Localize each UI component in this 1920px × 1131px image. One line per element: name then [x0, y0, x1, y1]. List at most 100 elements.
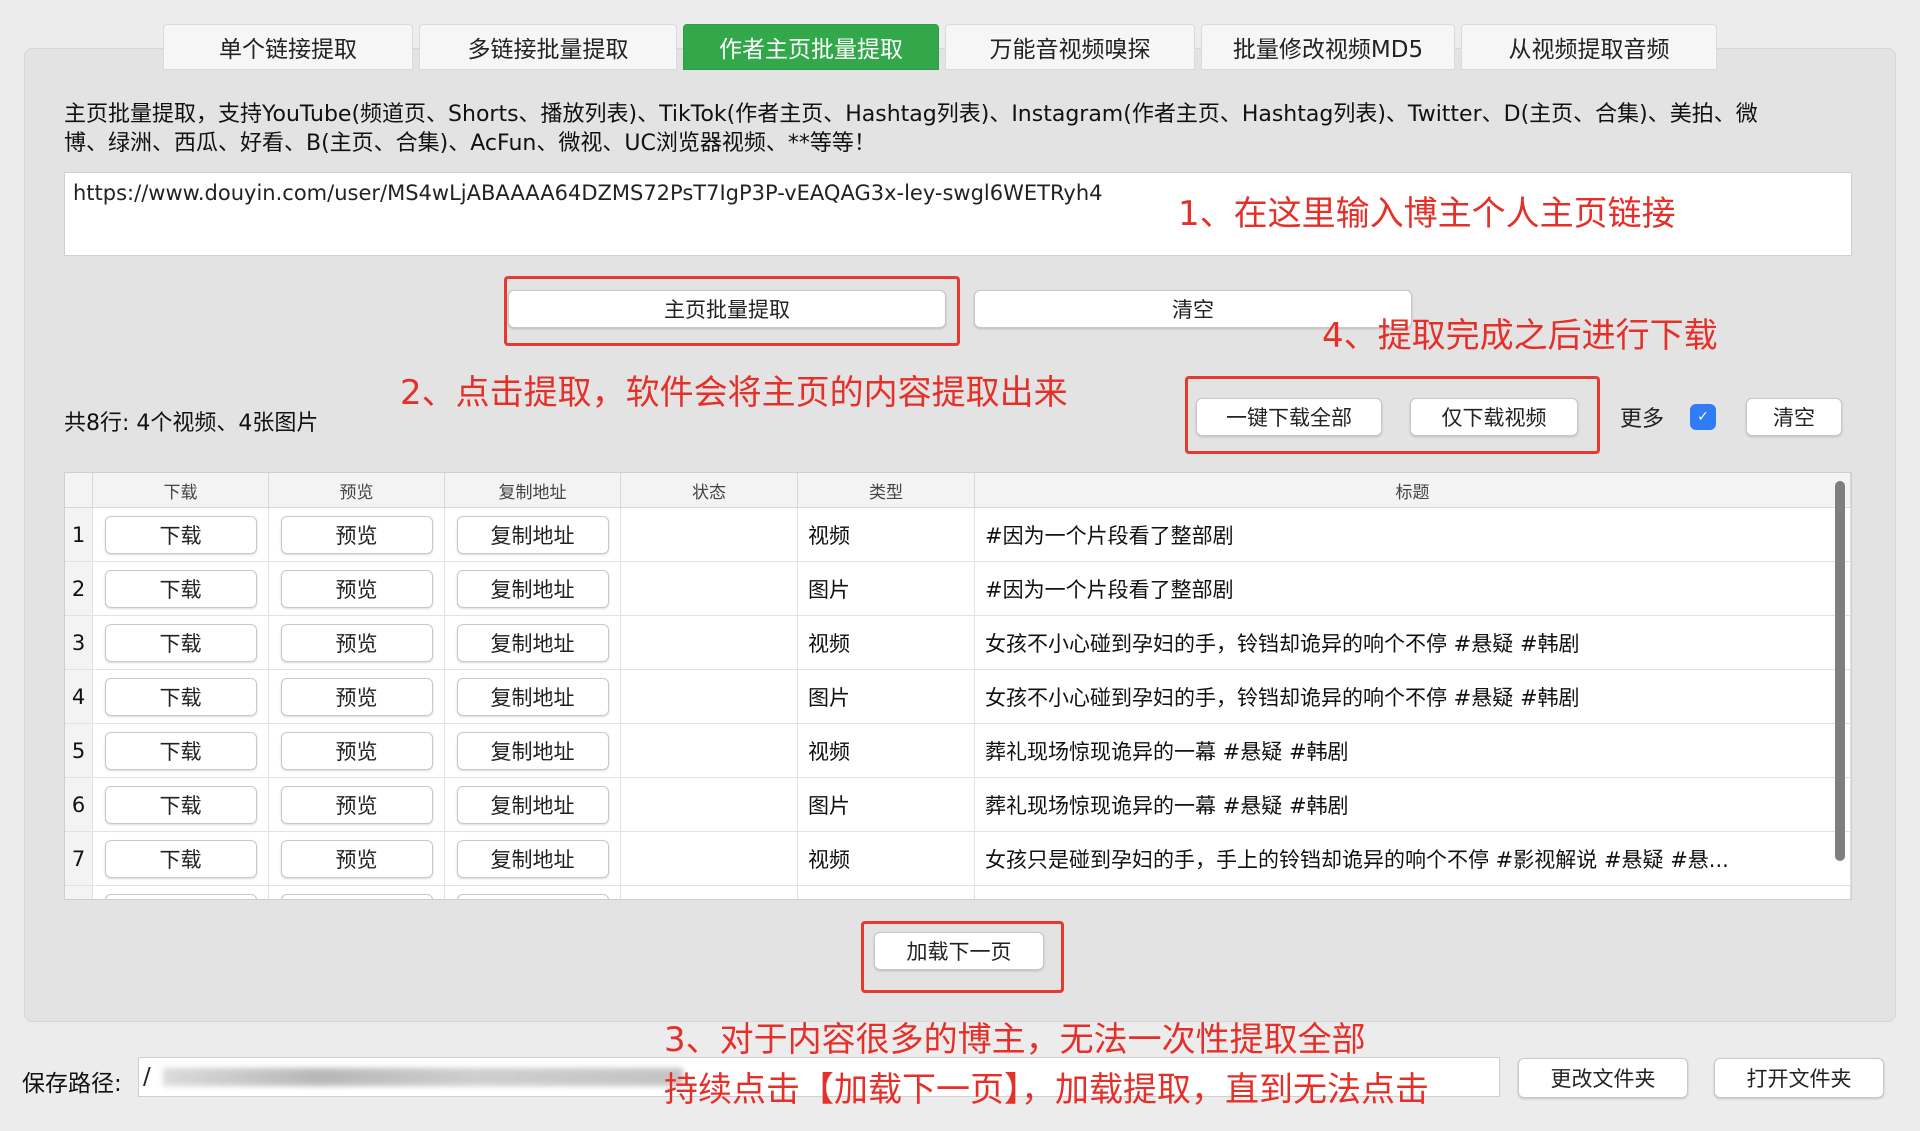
- row-preview-button[interactable]: 预览: [280, 839, 433, 878]
- chevron-down-icon: ✓: [1690, 404, 1716, 430]
- header-copy: 复制地址: [445, 473, 621, 507]
- row-title: #因为一个片段看了整部剧: [975, 562, 1851, 615]
- row-download-button[interactable]: 下载: [104, 839, 257, 878]
- row-preview-button[interactable]: 预览: [280, 515, 433, 554]
- row-status: [621, 886, 798, 899]
- row-type: 视频: [798, 724, 975, 777]
- row-title: 女孩不小心碰到孕妇的手，铃铛却诡异的响个不停 #悬疑 #韩剧: [975, 616, 1851, 669]
- row-copy-url-button[interactable]: 复制地址: [456, 677, 609, 716]
- description: 主页批量提取，支持YouTube(频道页、Shorts、播放列表)、TikTok…: [64, 100, 1864, 158]
- tab-author-homepage[interactable]: 作者主页批量提取: [683, 24, 939, 70]
- row-copy-cell: 复制地址: [445, 832, 621, 885]
- row-copy-cell: 复制地址: [445, 886, 621, 899]
- row-status: [621, 832, 798, 885]
- annotation-4: 4、提取完成之后进行下载: [1322, 316, 1718, 356]
- row-type: 图片: [798, 778, 975, 831]
- row-title: 女孩不小心碰到孕妇的手，铃铛却诡异的响个不停 #悬疑 #韩剧: [975, 670, 1851, 723]
- tab-sniffer[interactable]: 万能音视频嗅探: [945, 24, 1195, 70]
- header-index: [65, 473, 93, 507]
- row-status: [621, 724, 798, 777]
- row-download-cell: 下载: [93, 724, 269, 777]
- row-copy-url-button[interactable]: 复制地址: [456, 623, 609, 662]
- save-path-value: /: [143, 1064, 151, 1090]
- row-download-button[interactable]: 下载: [104, 893, 257, 899]
- row-type: 图片: [798, 670, 975, 723]
- change-folder-button[interactable]: 更改文件夹: [1518, 1058, 1688, 1098]
- table-header: 下载 预览 复制地址 状态 类型 标题: [65, 473, 1851, 508]
- row-copy-cell: 复制地址: [445, 562, 621, 615]
- more-select[interactable]: 更多 ✓: [1606, 398, 1716, 436]
- tab-bar: 单个链接提取 多链接批量提取 作者主页批量提取 万能音视频嗅探 批量修改视频MD…: [163, 24, 1717, 70]
- row-preview-button[interactable]: 预览: [280, 569, 433, 608]
- row-download-cell: 下载: [93, 832, 269, 885]
- tab-md5[interactable]: 批量修改视频MD5: [1201, 24, 1455, 70]
- row-copy-cell: 复制地址: [445, 778, 621, 831]
- table-scrollbar[interactable]: [1835, 481, 1845, 861]
- row-preview-button[interactable]: 预览: [280, 623, 433, 662]
- results-table: 下载 预览 复制地址 状态 类型 标题 1 下载 预览 复制地址 视频 #因为一个片段看了…: [64, 472, 1852, 900]
- table-body: 1 下载 预览 复制地址 视频 #因为一个片段看了整部剧 2 下载 预览 复制地址 图片 #因为一个片…: [65, 508, 1851, 899]
- row-download-button[interactable]: 下载: [104, 731, 257, 770]
- row-title: 葬礼现场惊现诡异的一幕 #悬疑 #韩剧: [975, 724, 1851, 777]
- highlight-extract: [504, 276, 960, 346]
- row-index: 4: [65, 670, 93, 723]
- tab-multi-link[interactable]: 多链接批量提取: [419, 24, 677, 70]
- row-copy-url-button[interactable]: 复制地址: [456, 839, 609, 878]
- tab-single-link[interactable]: 单个链接提取: [163, 24, 413, 70]
- row-title: 葬礼现场惊现诡异的一幕 #悬疑 #韩剧: [975, 778, 1851, 831]
- row-type: 图片: [798, 886, 975, 899]
- row-copy-url-button[interactable]: 复制地址: [456, 569, 609, 608]
- row-index: 1: [65, 508, 93, 561]
- table-row: 1 下载 预览 复制地址 视频 #因为一个片段看了整部剧: [65, 508, 1851, 562]
- row-preview-cell: 预览: [269, 832, 445, 885]
- row-copy-url-button[interactable]: 复制地址: [456, 893, 609, 899]
- row-preview-cell: 预览: [269, 508, 445, 561]
- row-index: 6: [65, 778, 93, 831]
- row-copy-cell: 复制地址: [445, 508, 621, 561]
- header-type: 类型: [798, 473, 975, 507]
- row-status: [621, 562, 798, 615]
- tab-extract-audio[interactable]: 从视频提取音频: [1461, 24, 1717, 70]
- clear-list-button[interactable]: 清空: [1746, 398, 1842, 436]
- table-row: 6 下载 预览 复制地址 图片 葬礼现场惊现诡异的一幕 #悬疑 #韩剧: [65, 778, 1851, 832]
- description-line-2: 博、绿洲、西瓜、好看、B(主页、合集)、AcFun、微视、UC浏览器视频、**等…: [64, 131, 876, 156]
- row-download-button[interactable]: 下载: [104, 515, 257, 554]
- row-preview-cell: 预览: [269, 562, 445, 615]
- redacted-path: [162, 1068, 683, 1086]
- header-title: 标题: [975, 473, 1851, 507]
- homepage-url-value: https://www.douyin.com/user/MS4wLjABAAAA…: [73, 181, 1103, 205]
- row-download-button[interactable]: 下载: [104, 623, 257, 662]
- row-download-button[interactable]: 下载: [104, 677, 257, 716]
- row-copy-url-button[interactable]: 复制地址: [456, 515, 609, 554]
- row-download-button[interactable]: 下载: [104, 569, 257, 608]
- row-status: [621, 670, 798, 723]
- row-type: 视频: [798, 832, 975, 885]
- open-folder-button[interactable]: 打开文件夹: [1714, 1058, 1884, 1098]
- row-preview-cell: 预览: [269, 616, 445, 669]
- table-row: 5 下载 预览 复制地址 视频 葬礼现场惊现诡异的一幕 #悬疑 #韩剧: [65, 724, 1851, 778]
- row-download-cell: 下载: [93, 562, 269, 615]
- row-type: 视频: [798, 508, 975, 561]
- row-index: 8: [65, 886, 93, 899]
- row-download-cell: 下载: [93, 616, 269, 669]
- row-preview-cell: 预览: [269, 724, 445, 777]
- annotation-3-line-2: 持续点击【加载下一页】，加载提取，直到无法点击: [664, 1070, 1429, 1110]
- row-download-button[interactable]: 下载: [104, 785, 257, 824]
- row-copy-url-button[interactable]: 复制地址: [456, 731, 609, 770]
- header-preview: 预览: [269, 473, 445, 507]
- row-title: #因为一个片段看了整部剧: [975, 508, 1851, 561]
- description-line-1: 主页批量提取，支持YouTube(频道页、Shorts、播放列表)、TikTok…: [64, 102, 1758, 127]
- row-status: [621, 778, 798, 831]
- annotation-1: 1、在这里输入博主个人主页链接: [1178, 194, 1676, 234]
- row-preview-button[interactable]: 预览: [280, 893, 433, 899]
- row-preview-button[interactable]: 预览: [280, 785, 433, 824]
- row-copy-cell: 复制地址: [445, 616, 621, 669]
- row-preview-cell: 预览: [269, 886, 445, 899]
- save-path-label: 保存路径:: [22, 1071, 122, 1097]
- row-copy-url-button[interactable]: 复制地址: [456, 785, 609, 824]
- table-row: 7 下载 预览 复制地址 视频 女孩只是碰到孕妇的手，手上的铃铛却诡异的响个不停 #影视解…: [65, 832, 1851, 886]
- row-preview-button[interactable]: 预览: [280, 677, 433, 716]
- row-status: [621, 616, 798, 669]
- annotation-3-line-1: 3、对于内容很多的博主，无法一次性提取全部: [664, 1020, 1366, 1060]
- row-preview-button[interactable]: 预览: [280, 731, 433, 770]
